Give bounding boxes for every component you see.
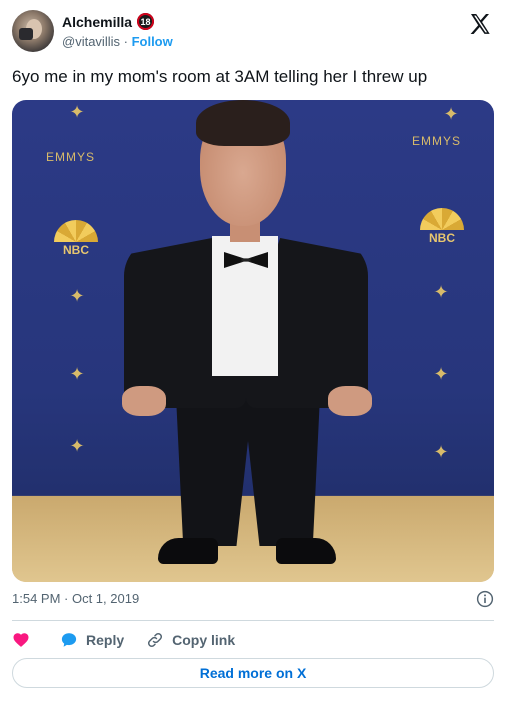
emmy-statuette-icon: ✦ bbox=[69, 436, 85, 456]
nbc-peacock-icon bbox=[420, 208, 464, 230]
read-more-on-x-button[interactable]: Read more on X bbox=[12, 658, 494, 688]
heart-icon bbox=[13, 633, 29, 647]
emmy-statuette-icon: ✦ bbox=[433, 364, 449, 384]
copy-link-button[interactable]: Copy link bbox=[146, 631, 235, 649]
author-handle-row: @vitavillis · Follow bbox=[62, 34, 173, 49]
man-in-tuxedo bbox=[112, 100, 382, 582]
tweet-media-photo[interactable]: ✦ EMMYS ✦ EMMYS NBC NBC ✦ ✦ ✦ ✦ ✦ ✦ bbox=[12, 100, 494, 582]
copy-link-label: Copy link bbox=[172, 632, 236, 648]
divider bbox=[12, 620, 494, 621]
author-display-name[interactable]: Alchemilla bbox=[62, 14, 132, 30]
emmy-statuette-icon: ✦ bbox=[69, 286, 85, 306]
like-button[interactable] bbox=[12, 631, 30, 649]
tweet-timestamp[interactable]: 1:54 PM · Oct 1, 2019 bbox=[12, 591, 139, 606]
emmy-statuette-icon: ✦ bbox=[433, 442, 449, 462]
emmy-statuette-icon: ✦ bbox=[69, 102, 85, 122]
tweet-card: Alchemilla 18 @vitavillis · Follow 6yo m… bbox=[0, 0, 506, 701]
emmys-logo-right: EMMYS bbox=[412, 134, 462, 148]
link-icon bbox=[148, 632, 163, 648]
nbc-logo-right: NBC bbox=[414, 208, 470, 245]
emmy-statuette-icon: ✦ bbox=[433, 282, 449, 302]
reply-button[interactable]: Reply bbox=[60, 631, 124, 649]
author-name-row: Alchemilla 18 bbox=[62, 13, 155, 30]
nbc-logo-left: NBC bbox=[48, 220, 104, 257]
follow-link[interactable]: Follow bbox=[132, 34, 173, 49]
x-logo-icon[interactable] bbox=[468, 12, 492, 36]
tweet-text: 6yo me in my mom's room at 3AM telling h… bbox=[12, 67, 428, 86]
reply-label: Reply bbox=[86, 632, 125, 648]
info-icon[interactable] bbox=[476, 590, 494, 608]
action-bar: Reply Copy link bbox=[12, 630, 235, 650]
age-18-badge-icon: 18 bbox=[137, 13, 155, 30]
separator-dot: · bbox=[123, 34, 128, 49]
reply-bubble-icon bbox=[61, 633, 77, 647]
emmys-logo-left: EMMYS bbox=[46, 150, 96, 164]
author-handle[interactable]: @vitavillis bbox=[62, 34, 120, 49]
emmy-statuette-icon: ✦ bbox=[443, 104, 459, 124]
emmy-statuette-icon: ✦ bbox=[69, 364, 85, 384]
avatar[interactable] bbox=[12, 10, 54, 52]
tweet-header: Alchemilla 18 @vitavillis · Follow bbox=[12, 10, 494, 54]
nbc-peacock-icon bbox=[54, 220, 98, 242]
